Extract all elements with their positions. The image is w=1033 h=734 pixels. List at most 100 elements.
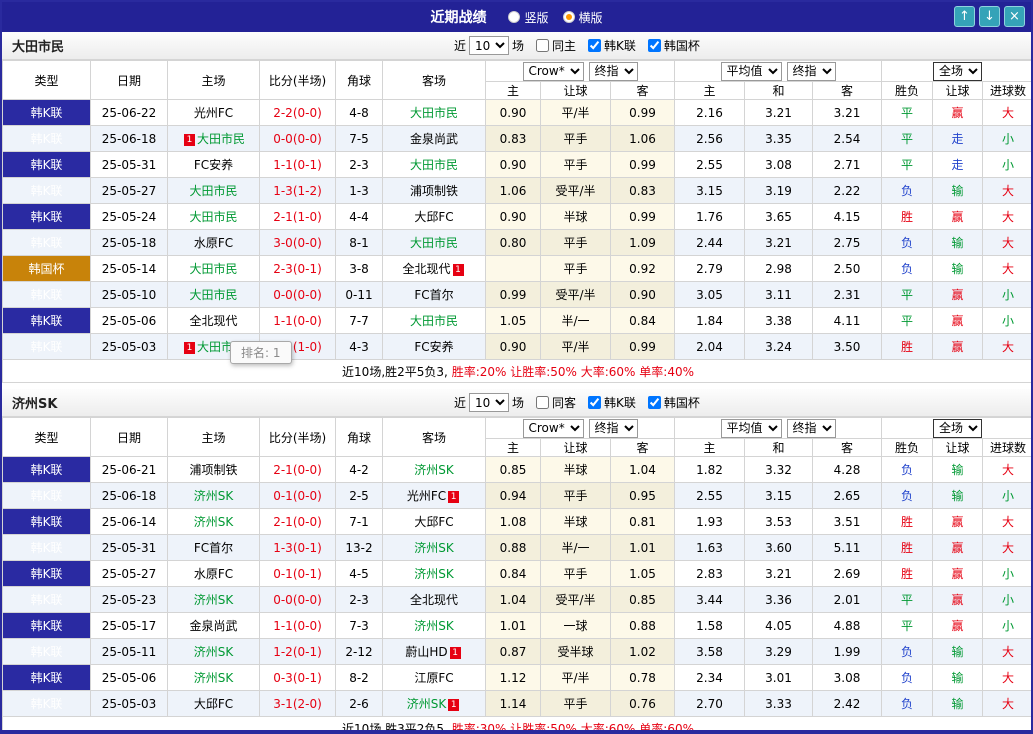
games-count-select[interactable]: 10 [469, 393, 510, 412]
table-row[interactable]: 韩K联 25-06-21 浦项制铁 2-1(0-0) 4-2 济州SK 0.85 半球 1.04… [2, 456, 1031, 483]
away-team-link[interactable]: 济州SK [414, 541, 454, 555]
match-type-cell[interactable]: 韩K联 [2, 612, 91, 639]
table-row[interactable]: 韩K联 25-06-18 济州SK 0-1(0-0) 2-5 光州FC 1 0.94 平手 0.9… [2, 482, 1031, 509]
home-team-link[interactable]: 大邱FC [194, 697, 233, 711]
table-row[interactable]: 韩K联 25-05-31 FC首尔 1-3(0-1) 13-2 济州SK 0.88 半/一 1.… [2, 534, 1031, 561]
match-type-cell[interactable]: 韩K联 [2, 664, 91, 691]
average-select[interactable]: 平均值 [720, 61, 782, 81]
same-side-checkbox[interactable]: 同客 [536, 394, 576, 411]
away-team-link[interactable]: 浦项制铁 [410, 184, 458, 198]
table-row[interactable]: 韩K联 25-05-03 大邱FC 3-1(2-0) 2-6 济州SK 1 1.14 平手 0.7… [2, 690, 1031, 717]
table-row[interactable]: 韩K联 25-06-22 光州FC 2-2(0-0) 4-8 大田市民 0.90 平/半 0.9… [2, 99, 1031, 126]
final-average-select[interactable]: 终指 [786, 61, 836, 81]
cup-checkbox[interactable]: 韩国杯 [647, 37, 700, 54]
home-team-link[interactable]: 济州SK [194, 593, 234, 607]
match-type-cell[interactable]: 韩K联 [2, 456, 91, 483]
away-team-link[interactable]: 大田市民 [410, 106, 458, 120]
match-type-cell[interactable]: 韩K联 [2, 99, 91, 126]
away-team-link[interactable]: 江原FC [414, 671, 453, 685]
away-team-link[interactable]: 蔚山HD [405, 645, 447, 659]
match-type-cell[interactable]: 韩K联 [2, 229, 91, 256]
match-type-cell[interactable]: 韩K联 [2, 534, 91, 561]
table-row[interactable]: 韩K联 25-05-27 水原FC 0-1(0-1) 4-5 济州SK 0.84 平手 1.05… [2, 560, 1031, 587]
score-link[interactable]: 3-0(0-0) [273, 236, 322, 250]
away-team-link[interactable]: 大田市民 [410, 236, 458, 250]
odds-source-select[interactable]: Crow* [522, 61, 584, 81]
match-type-cell[interactable]: 韩国杯 [2, 255, 91, 282]
scope-select[interactable]: 全场 [933, 418, 983, 438]
score-link[interactable]: 0-3(0-1) [273, 671, 322, 685]
away-team-link[interactable]: 大邱FC [414, 210, 453, 224]
table-row[interactable]: 韩K联 25-05-06 全北现代 1-1(0-0) 7-7 大田市民 1.05 半/一 0.8… [2, 307, 1031, 334]
match-type-cell[interactable]: 韩K联 [2, 203, 91, 230]
score-link[interactable]: 0-0(0-0) [273, 593, 322, 607]
final-odds-select[interactable]: 终指 [588, 418, 638, 438]
table-row[interactable]: 韩K联 25-05-10 大田市民 0-0(0-0) 0-11 FC首尔 0.99 受平/半 0… [2, 281, 1031, 308]
score-link[interactable]: 1-1(0-0) [273, 314, 322, 328]
table-row[interactable]: 韩K联 25-05-24 大田市民 2-1(1-0) 4-4 大邱FC 0.90 半球 0.99… [2, 203, 1031, 230]
score-link[interactable]: 0-1(0-0) [273, 489, 322, 503]
match-type-cell[interactable]: 韩K联 [2, 638, 91, 665]
score-link[interactable]: 1-1(0-1) [273, 158, 322, 172]
table-row[interactable]: 韩K联 25-05-31 FC安养 1-1(0-1) 2-3 大田市民 0.90 平手 0.99… [2, 151, 1031, 178]
home-team-link[interactable]: 济州SK [194, 515, 234, 529]
away-team-link[interactable]: 大邱FC [414, 515, 453, 529]
away-team-link[interactable]: 全北现代 [410, 593, 458, 607]
home-team-link[interactable]: 济州SK [194, 671, 234, 685]
home-team-link[interactable]: 大田市民 [189, 210, 237, 224]
scope-select[interactable]: 全场 [933, 61, 983, 81]
home-team-link[interactable]: 大田市民 [189, 262, 237, 276]
match-type-cell[interactable]: 韩K联 [2, 586, 91, 613]
score-link[interactable]: 1-3(1-2) [273, 184, 322, 198]
match-type-cell[interactable]: 韩K联 [2, 333, 91, 360]
score-link[interactable]: 0-1(0-1) [273, 567, 322, 581]
match-type-cell[interactable]: 韩K联 [2, 151, 91, 178]
home-team-link[interactable]: 浦项制铁 [189, 463, 237, 477]
score-link[interactable]: 3-1(2-0) [273, 697, 322, 711]
table-row[interactable]: 韩K联 25-05-18 水原FC 3-0(0-0) 8-1 大田市民 0.80 平手 1.09… [2, 229, 1031, 256]
match-type-cell[interactable]: 韩K联 [2, 307, 91, 334]
games-count-select[interactable]: 10 [469, 36, 510, 55]
average-select[interactable]: 平均值 [720, 418, 782, 438]
away-team-link[interactable]: 大田市民 [410, 314, 458, 328]
match-type-cell[interactable]: 韩K联 [2, 690, 91, 717]
away-team-link[interactable]: 济州SK [414, 463, 454, 477]
match-type-cell[interactable]: 韩K联 [2, 281, 91, 308]
scroll-down-button[interactable]: ↓ [979, 6, 1000, 27]
away-team-link[interactable]: 济州SK [414, 619, 454, 633]
table-row[interactable]: 韩K联 25-05-11 济州SK 1-2(0-1) 2-12 蔚山HD 1 0.87 受半球 1… [2, 638, 1031, 665]
match-type-cell[interactable]: 韩K联 [2, 560, 91, 587]
league-checkbox[interactable]: 韩K联 [588, 394, 636, 411]
home-team-link[interactable]: 济州SK [194, 489, 234, 503]
away-team-link[interactable]: 全北现代 [402, 262, 450, 276]
away-team-link[interactable]: 济州SK [414, 567, 454, 581]
scroll-up-button[interactable]: ↑ [954, 6, 975, 27]
away-team-link[interactable]: 大田市民 [410, 158, 458, 172]
same-side-checkbox[interactable]: 同主 [536, 37, 576, 54]
match-type-cell[interactable]: 韩K联 [2, 482, 91, 509]
table-row[interactable]: 韩K联 25-05-03 1 大田市民 2-1(1-0) 4-3 FC安养 0.90 平/半 0.… [2, 333, 1031, 360]
league-checkbox[interactable]: 韩K联 [588, 37, 636, 54]
home-team-link[interactable]: 全北现代 [189, 314, 237, 328]
table-row[interactable]: 韩国杯 25-05-14 大田市民 2-3(0-1) 3-8 全北现代 1 平手 0.92 2.7… [2, 255, 1031, 282]
score-link[interactable]: 2-1(0-0) [273, 515, 322, 529]
score-link[interactable]: 2-3(0-1) [273, 262, 322, 276]
score-link[interactable]: 2-1(1-0) [273, 210, 322, 224]
away-team-link[interactable]: 济州SK [407, 697, 447, 711]
match-type-cell[interactable]: 韩K联 [2, 508, 91, 535]
odds-source-select[interactable]: Crow* [522, 418, 584, 438]
score-link[interactable]: 1-3(0-1) [273, 541, 322, 555]
score-link[interactable]: 0-0(0-0) [273, 288, 322, 302]
table-row[interactable]: 韩K联 25-06-18 1 大田市民 0-0(0-0) 7-5 金泉尚武 0.83 平手 1.0… [2, 125, 1031, 152]
home-team-link[interactable]: 济州SK [194, 645, 234, 659]
score-link[interactable]: 0-0(0-0) [273, 132, 322, 146]
final-odds-select[interactable]: 终指 [588, 61, 638, 81]
table-row[interactable]: 韩K联 25-05-06 济州SK 0-3(0-1) 8-2 江原FC 1.12 平/半 0.7… [2, 664, 1031, 691]
match-type-cell[interactable]: 韩K联 [2, 177, 91, 204]
home-team-link[interactable]: 水原FC [194, 567, 233, 581]
home-team-link[interactable]: 水原FC [194, 236, 233, 250]
home-team-link[interactable]: 大田市民 [189, 184, 237, 198]
home-team-link[interactable]: FC安养 [194, 158, 233, 172]
away-team-link[interactable]: FC安养 [414, 340, 453, 354]
table-row[interactable]: 韩K联 25-05-23 济州SK 0-0(0-0) 2-3 全北现代 1.04 受平/半 0.… [2, 586, 1031, 613]
